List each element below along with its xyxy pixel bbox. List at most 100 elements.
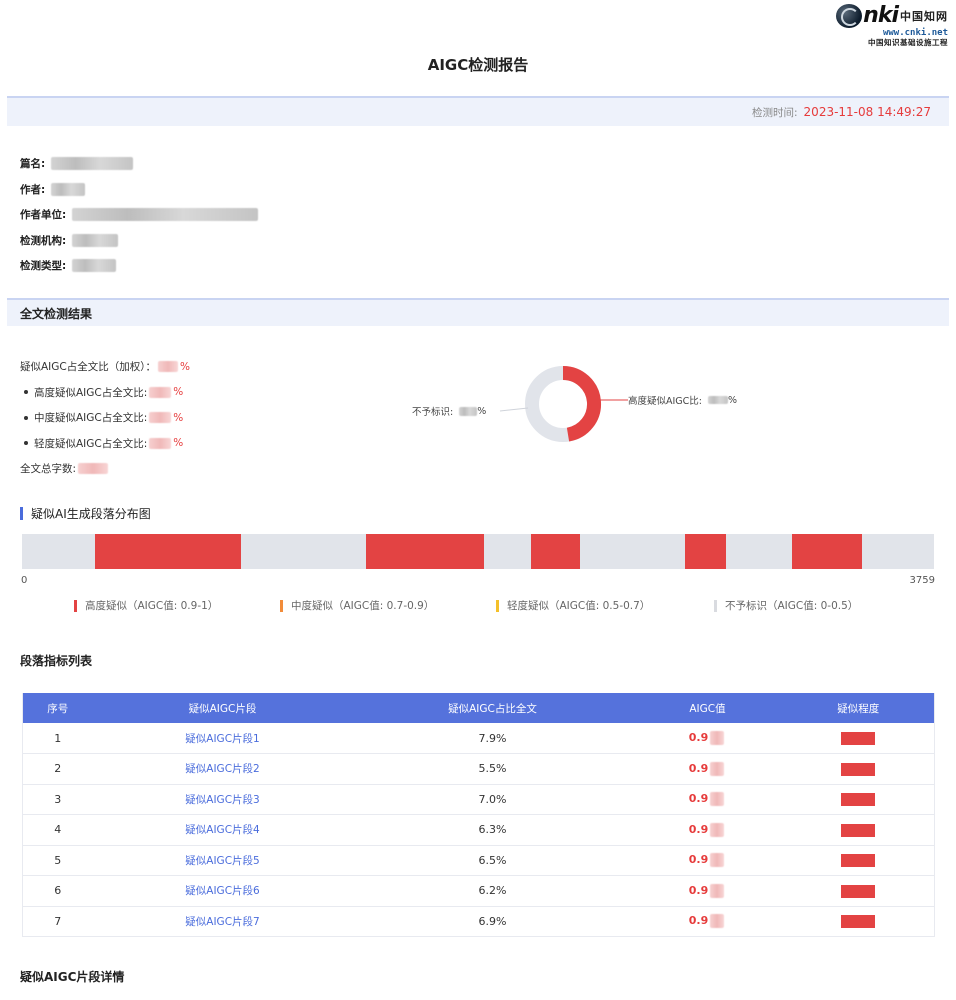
- legend-none-swatch: [714, 599, 717, 612]
- degree-swatch: [841, 762, 876, 776]
- globe-icon: [836, 4, 863, 28]
- legend-high: 高度疑似（AIGC值: 0.9-1）: [74, 598, 218, 613]
- table-row: 3 疑似AIGC片段3 7.0% 0.9: [22, 784, 935, 815]
- fragment-link[interactable]: 疑似AIGC片段2: [92, 753, 353, 785]
- full-result-stats: 疑似AIGC占全文比（加权）：% 高度疑似AIGC占全文比:% 中度疑似AIGC…: [20, 354, 190, 482]
- low-label: 轻度疑似AIGC占全文比:: [34, 437, 148, 450]
- degree-swatch: [841, 884, 876, 898]
- row-ratio: 5.5%: [352, 753, 633, 785]
- header-no: 序号: [22, 693, 93, 723]
- header-degree: 疑似程度: [782, 693, 935, 723]
- row-aigc: 0.9: [632, 723, 783, 754]
- row-ratio: 6.9%: [352, 906, 633, 937]
- redacted-donut-none: [459, 406, 478, 416]
- redacted-weighted: [158, 361, 178, 373]
- row-aigc-value: 0.9: [688, 792, 709, 806]
- row-ratio: 6.3%: [352, 814, 633, 846]
- distribution-segment-5[interactable]: [792, 534, 862, 569]
- legend-low-label: 轻度疑似（AIGC值: 0.5-0.7）: [507, 600, 651, 612]
- donut-none-text: 不予标识:: [412, 407, 454, 418]
- paper-meta: 篇名: 作者: 作者单位: 检测机构: 检测类型:: [20, 151, 259, 279]
- redacted-aigc: [710, 853, 725, 868]
- redacted-total: [78, 463, 109, 475]
- fragment-link[interactable]: 疑似AIGC片段5: [92, 845, 353, 876]
- redacted-title: [51, 157, 134, 171]
- table-row: 2 疑似AIGC片段2 5.5% 0.9: [22, 753, 935, 785]
- bullet-icon: [24, 390, 28, 395]
- table-row: 5 疑似AIGC片段5 6.5% 0.9: [22, 845, 935, 876]
- donut-high-label: 高度疑似AIGC比: %: [628, 393, 737, 408]
- row-aigc: 0.9: [632, 784, 783, 815]
- distribution-segment-1[interactable]: [95, 534, 241, 569]
- detection-time-bar: 检测时间: 2023-11-08 14:49:27: [7, 96, 949, 126]
- report-title: AIGC检测报告: [427, 56, 529, 74]
- title-label: 篇名:: [20, 158, 46, 171]
- row-degree: [782, 906, 935, 937]
- donut-none-pct: %: [477, 405, 487, 417]
- row-aigc-value: 0.9: [688, 761, 709, 775]
- header-aigc: AIGC值: [632, 693, 783, 723]
- table-row: 7 疑似AIGC片段7 6.9% 0.9: [22, 906, 935, 937]
- full-result-header: 全文检测结果: [7, 298, 949, 326]
- donut-high-slice: [562, 366, 601, 442]
- distribution-segment-3[interactable]: [531, 534, 580, 569]
- legend-mid: 中度疑似（AIGC值: 0.7-0.9）: [280, 598, 434, 613]
- detection-time-value: 2023-11-08 14:49:27: [803, 105, 931, 119]
- row-aigc-value: 0.9: [688, 731, 709, 744]
- redacted-aigc: [710, 761, 725, 776]
- logo-chinese: 中国知网: [900, 10, 948, 23]
- row-aigc: 0.9: [632, 906, 783, 937]
- fragment-link[interactable]: 疑似AIGC片段6: [92, 875, 353, 907]
- redacted-mid: [149, 412, 172, 424]
- aigc-donut-chart: 高度疑似AIGC比: % 不予标识: %: [400, 360, 800, 450]
- redacted-high: [149, 386, 172, 398]
- logo-mark: nki: [863, 3, 899, 28]
- redacted-type: [72, 259, 117, 273]
- bullet-icon: [24, 441, 28, 446]
- row-no: 1: [22, 723, 93, 754]
- redacted-unit: [72, 208, 259, 222]
- logo-slogan: 中国知识基础设施工程: [868, 38, 948, 47]
- title-accent-bar: [20, 507, 23, 520]
- fragment-link[interactable]: 疑似AIGC片段3: [92, 784, 353, 815]
- detail-title: 疑似AIGC片段详情: [20, 970, 125, 984]
- row-no: 2: [22, 753, 93, 785]
- mid-label: 中度疑似AIGC占全文比:: [34, 412, 148, 425]
- legend-mid-swatch: [280, 599, 283, 612]
- redacted-donut-high: [708, 396, 728, 404]
- detection-time-label: 检测时间:: [752, 106, 798, 119]
- fragment-link[interactable]: 疑似AIGC片段7: [92, 906, 353, 937]
- distribution-bar: [22, 534, 934, 569]
- legend-high-label: 高度疑似（AIGC值: 0.9-1）: [85, 600, 219, 612]
- redacted-aigc: [710, 914, 725, 929]
- row-degree: [782, 814, 935, 846]
- row-ratio: 6.2%: [352, 875, 633, 907]
- fragment-link[interactable]: 疑似AIGC片段1: [92, 723, 353, 754]
- header-ratio: 疑似AIGC占比全文: [352, 693, 633, 723]
- legend-none-label: 不予标识（AIGC值: 0-0.5）: [725, 600, 859, 612]
- total-words-label: 全文总字数:: [20, 463, 77, 476]
- row-no: 5: [22, 845, 93, 876]
- distribution-segment-2[interactable]: [366, 534, 484, 569]
- author-label: 作者:: [20, 183, 46, 196]
- paragraph-list-title: 段落指标列表: [20, 654, 93, 668]
- mid-pct: %: [173, 411, 184, 424]
- redacted-aigc: [710, 731, 725, 745]
- distribution-title-text: 疑似AI生成段落分布图: [31, 507, 151, 521]
- table-row: 6 疑似AIGC片段6 6.2% 0.9: [22, 875, 935, 907]
- distribution-segment-4[interactable]: [685, 534, 726, 569]
- redacted-aigc: [710, 883, 725, 898]
- legend-high-swatch: [74, 599, 77, 612]
- fragment-link[interactable]: 疑似AIGC片段4: [92, 814, 353, 846]
- row-aigc-value: 0.9: [688, 822, 709, 836]
- high-label: 高度疑似AIGC占全文比:: [34, 386, 148, 399]
- row-aigc-value: 0.9: [688, 883, 709, 897]
- cnki-logo: nki 中国知网 www.cnki.net 中国知识基础设施工程: [826, 3, 948, 47]
- row-ratio: 7.9%: [352, 723, 633, 754]
- redacted-aigc: [710, 792, 725, 807]
- legend-mid-label: 中度疑似（AIGC值: 0.7-0.9）: [291, 600, 435, 612]
- row-aigc: 0.9: [632, 814, 783, 846]
- weighted-label: 疑似AIGC占全文比（加权）：: [20, 361, 156, 374]
- degree-swatch: [841, 915, 876, 928]
- row-aigc-value: 0.9: [688, 853, 709, 867]
